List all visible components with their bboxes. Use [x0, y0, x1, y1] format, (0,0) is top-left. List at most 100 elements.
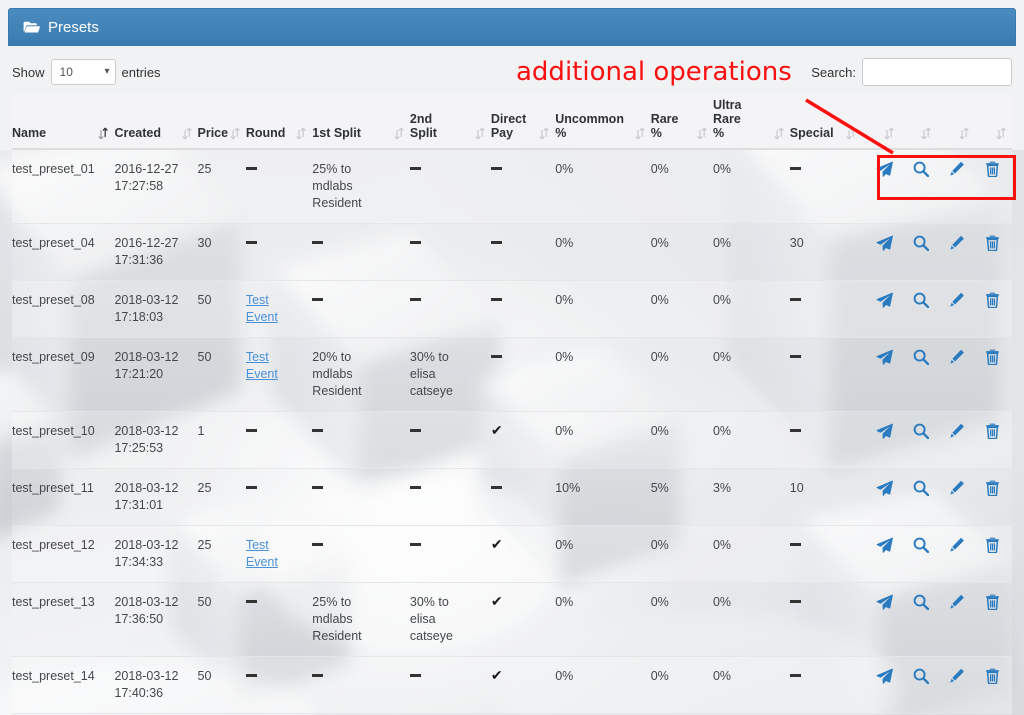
pencil-button[interactable]	[949, 480, 965, 501]
magnifier-button[interactable]	[913, 537, 930, 558]
column-header-ultra-rare-%[interactable]: Ultra Rare%	[712, 94, 790, 150]
column-header-rare-%[interactable]: Rare%	[650, 94, 713, 150]
pencil-button[interactable]	[949, 594, 965, 615]
column-header-actions-12[interactable]	[899, 94, 938, 150]
magnifier-button[interactable]	[913, 235, 930, 256]
sort-icon[interactable]	[774, 127, 784, 140]
sort-icon[interactable]	[296, 127, 307, 140]
column-header-special[interactable]: Special	[789, 94, 863, 150]
event-link[interactable]: Test Event	[246, 293, 278, 324]
paper-plane-button[interactable]	[876, 594, 894, 615]
sort-icon[interactable]	[697, 127, 707, 140]
sort-icon[interactable]	[394, 127, 404, 140]
trash-icon	[986, 594, 1000, 611]
column-header-direct-pay[interactable]: Direct Pay	[490, 94, 556, 150]
magnifier-button[interactable]	[913, 594, 930, 615]
dash-icon	[312, 543, 324, 547]
magnifier-button[interactable]	[913, 292, 930, 313]
created-date: 2018-03-12	[114, 424, 179, 438]
column-header-1st-split[interactable]: 1st Split	[312, 94, 410, 150]
check-icon: ✔	[490, 593, 503, 609]
trash-button[interactable]	[985, 235, 1000, 256]
sort-icon[interactable]	[98, 127, 109, 140]
sort-icon[interactable]	[475, 127, 485, 140]
pencil-button[interactable]	[949, 537, 965, 558]
magnifier-button[interactable]	[913, 161, 930, 182]
magnifier-button[interactable]	[913, 480, 930, 501]
cell-ultra-rare-pct: 0%	[712, 411, 790, 469]
pencil-icon	[950, 594, 965, 609]
column-header-created[interactable]: Created	[114, 94, 198, 150]
search-input[interactable]	[862, 58, 1012, 86]
cell-direct-pay: ✔	[490, 656, 556, 714]
column-header-actions-13[interactable]	[937, 94, 975, 150]
paper-plane-button[interactable]	[876, 668, 894, 689]
column-header-name[interactable]: Name	[12, 94, 115, 150]
event-link[interactable]: Test Event	[246, 350, 278, 381]
cell-name: test_preset_11	[12, 468, 115, 526]
created-time: 17:31:36	[114, 253, 164, 267]
paper-plane-button[interactable]	[876, 423, 894, 444]
sort-icon[interactable]	[996, 127, 1006, 140]
trash-button[interactable]	[985, 161, 1000, 182]
trash-button[interactable]	[985, 423, 1000, 444]
pencil-button[interactable]	[949, 423, 965, 444]
cell-round	[245, 468, 313, 526]
search-label: Search:	[811, 64, 856, 80]
cell-uncommon-pct: 10%	[555, 468, 651, 526]
paper-plane-button[interactable]	[876, 480, 894, 501]
pencil-button[interactable]	[949, 235, 965, 256]
page-root: Presets Show 10 ▾ entries Search: Name Cr…	[0, 0, 1024, 715]
dash-icon	[312, 429, 324, 433]
column-header-actions-11[interactable]	[862, 94, 900, 150]
magnifier-button[interactable]	[913, 668, 930, 689]
sort-icon[interactable]	[846, 127, 857, 140]
sort-icon[interactable]	[181, 127, 192, 140]
cell-round: Test Event	[245, 280, 313, 338]
pencil-button[interactable]	[949, 349, 965, 370]
sort-icon[interactable]	[884, 127, 894, 140]
pencil-button[interactable]	[949, 668, 965, 689]
sort-icon[interactable]	[539, 127, 550, 140]
column-header-uncommon-%[interactable]: Uncommon%	[555, 94, 651, 150]
paper-plane-button[interactable]	[876, 349, 894, 370]
trash-button[interactable]	[985, 292, 1000, 313]
sort-icon[interactable]	[921, 127, 932, 140]
paper-plane-button[interactable]	[876, 161, 894, 182]
magnifier-button[interactable]	[913, 423, 930, 444]
cell-created: 2018-03-12 17:36:50	[114, 582, 198, 657]
entries-label: entries	[121, 64, 161, 80]
cell-ultra-rare-pct: 0%	[712, 582, 790, 657]
magnifier-icon	[914, 668, 930, 685]
paper-plane-button[interactable]	[876, 292, 894, 313]
paper-plane-button[interactable]	[876, 537, 894, 558]
pencil-button[interactable]	[949, 292, 965, 313]
trash-button[interactable]	[985, 537, 1000, 558]
magnifier-button[interactable]	[913, 349, 930, 370]
dash-icon	[490, 486, 502, 490]
column-header-actions-14[interactable]	[974, 94, 1012, 150]
trash-button[interactable]	[985, 349, 1000, 370]
column-header-price[interactable]: Price	[197, 94, 246, 150]
pencil-button[interactable]	[949, 161, 965, 182]
event-link[interactable]: Test Event	[246, 538, 278, 569]
column-header-2nd-split[interactable]: 2nd Split	[409, 94, 491, 150]
cell-rare-pct: 0%	[650, 411, 713, 469]
column-header-round[interactable]: Round	[245, 94, 313, 150]
trash-button[interactable]	[985, 594, 1000, 615]
paper-plane-icon	[876, 349, 894, 365]
sort-icon[interactable]	[635, 127, 645, 140]
table-head: Name Created Price Round 1st Split 2nd Split Di…	[12, 94, 1012, 150]
cell-1st-split	[312, 468, 410, 526]
pencil-icon	[950, 423, 965, 438]
cell-row-actions	[862, 149, 1012, 224]
sort-icon[interactable]	[230, 127, 240, 140]
sort-icon[interactable]	[958, 127, 969, 140]
trash-button[interactable]	[985, 480, 1000, 501]
paper-plane-button[interactable]	[876, 235, 894, 256]
cell-uncommon-pct: 0%	[555, 582, 651, 657]
page-length-select[interactable]: 10	[50, 59, 116, 85]
cell-direct-pay	[490, 337, 556, 412]
cell-row-actions	[862, 525, 1012, 583]
trash-button[interactable]	[985, 668, 1000, 689]
